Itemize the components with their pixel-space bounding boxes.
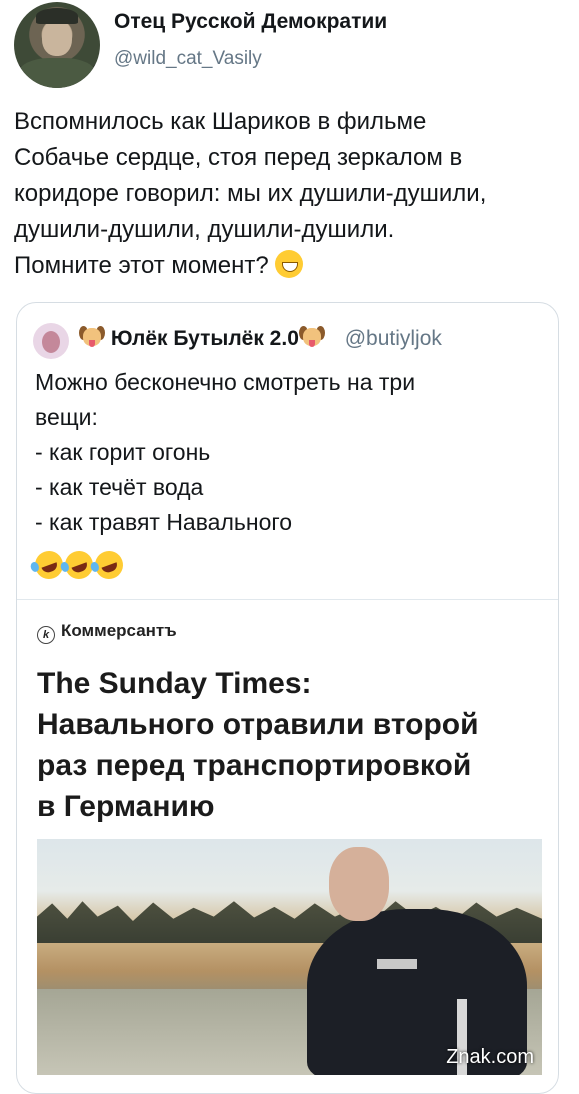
avatar-cap [36, 8, 78, 24]
grinning-face-icon [275, 250, 304, 278]
laughing-emoji-row [31, 547, 127, 584]
news-photo[interactable]: Znak.com [37, 839, 542, 1075]
jacket-logo [377, 959, 417, 969]
dog-face-icon [298, 325, 325, 349]
quoted-author-header[interactable]: Юлёк Бутылёк 2.0 @butiyljok [79, 325, 442, 351]
watermark: Znak.com [446, 1046, 534, 1068]
quoted-tweet[interactable]: Юлёк Бутылёк 2.0 @butiyljok Можно бескон… [16, 302, 559, 1094]
quoted-author-avatar[interactable] [33, 323, 69, 359]
author-handle[interactable]: @wild_cat_Vasily [114, 48, 262, 70]
news-headline[interactable]: The Sunday Times: Навального отравили вт… [37, 663, 542, 827]
divider [17, 599, 558, 600]
avatar-face [42, 20, 72, 56]
author-avatar[interactable] [14, 2, 100, 88]
person-head [329, 847, 389, 921]
quoted-author-handle: @butiyljok [344, 327, 442, 350]
kommersant-logo-icon: k [37, 626, 55, 644]
news-source: k Коммерсантъ [37, 621, 177, 644]
quoted-tweet-text: Можно бесконечно смотреть на три вещи: -… [35, 369, 416, 535]
dog-face-icon [79, 325, 105, 349]
rolling-laughing-face-icon [91, 547, 127, 583]
avatar-shoulders [18, 58, 96, 88]
quoted-author-name: Юлёк Бутылёк 2.0 [110, 327, 299, 350]
tweet-text-body: Вспомнилось как Шариков в фильме Собачье… [14, 108, 487, 279]
author-display-name[interactable]: Отец Русской Демократии [114, 10, 387, 34]
news-source-name: Коммерсантъ [61, 621, 177, 640]
tweet-text: Вспомнилось как Шариков в фильме Собачье… [14, 104, 562, 284]
